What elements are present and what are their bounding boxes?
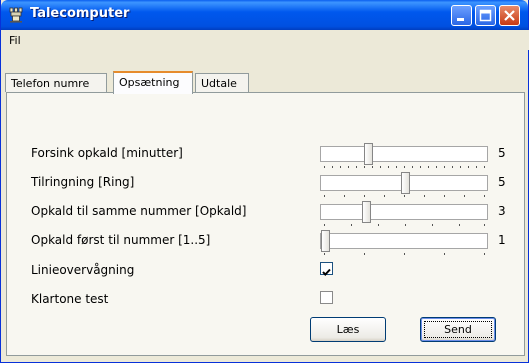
close-button[interactable] <box>499 5 520 26</box>
same-number-label: Opkald til samme nummer [Opkald] <box>31 204 247 218</box>
delay-slider-ticks <box>324 166 485 168</box>
dial-tone-test-label: Klartone test <box>31 292 109 306</box>
line-monitoring-checkbox[interactable] <box>320 262 333 276</box>
app-window: Talecomputer Fil Telefon numre Opsætning… <box>0 0 529 363</box>
send-button[interactable]: Send <box>420 317 496 342</box>
tab-opsaetning[interactable]: Opsætning <box>113 71 193 94</box>
delay-slider-thumb[interactable] <box>364 143 373 165</box>
delay-label: Forsink opkald [minutter] <box>31 146 183 160</box>
first-number-slider-ticks <box>324 253 485 255</box>
menu-bar: Fil <box>2 30 529 50</box>
read-button[interactable]: Læs <box>310 317 386 342</box>
castle-icon <box>8 7 24 23</box>
window-title: Talecomputer <box>30 6 130 21</box>
same-number-slider[interactable] <box>320 204 488 220</box>
ring-slider-thumb[interactable] <box>401 172 410 194</box>
maximize-icon <box>479 9 492 22</box>
focus-rect <box>424 321 492 338</box>
maximize-button[interactable] <box>475 5 496 26</box>
checkmark-icon <box>322 268 331 276</box>
delay-value: 5 <box>498 146 506 160</box>
menu-file[interactable]: Fil <box>9 34 21 47</box>
minimize-icon <box>457 18 464 21</box>
ring-value: 5 <box>498 175 506 189</box>
ring-slider-ticks <box>324 195 485 197</box>
close-icon <box>504 10 515 21</box>
first-number-label: Opkald først til nummer [1..5] <box>31 233 211 247</box>
same-number-slider-ticks <box>324 224 485 226</box>
minimize-button[interactable] <box>451 5 472 26</box>
dial-tone-test-checkbox[interactable] <box>320 291 333 304</box>
tab-udtale[interactable]: Udtale <box>195 73 249 92</box>
ring-label: Tilringning [Ring] <box>31 175 135 189</box>
title-bar[interactable]: Talecomputer <box>1 0 528 30</box>
tab-telefon-numre[interactable]: Telefon numre <box>5 73 107 92</box>
line-monitoring-label: Linieovervågning <box>31 263 135 277</box>
same-number-slider-thumb[interactable] <box>362 201 371 223</box>
same-number-value: 3 <box>498 204 506 218</box>
delay-slider[interactable] <box>320 146 488 162</box>
first-number-slider[interactable] <box>320 233 488 249</box>
first-number-value: 1 <box>498 233 506 247</box>
first-number-slider-thumb[interactable] <box>321 230 330 252</box>
